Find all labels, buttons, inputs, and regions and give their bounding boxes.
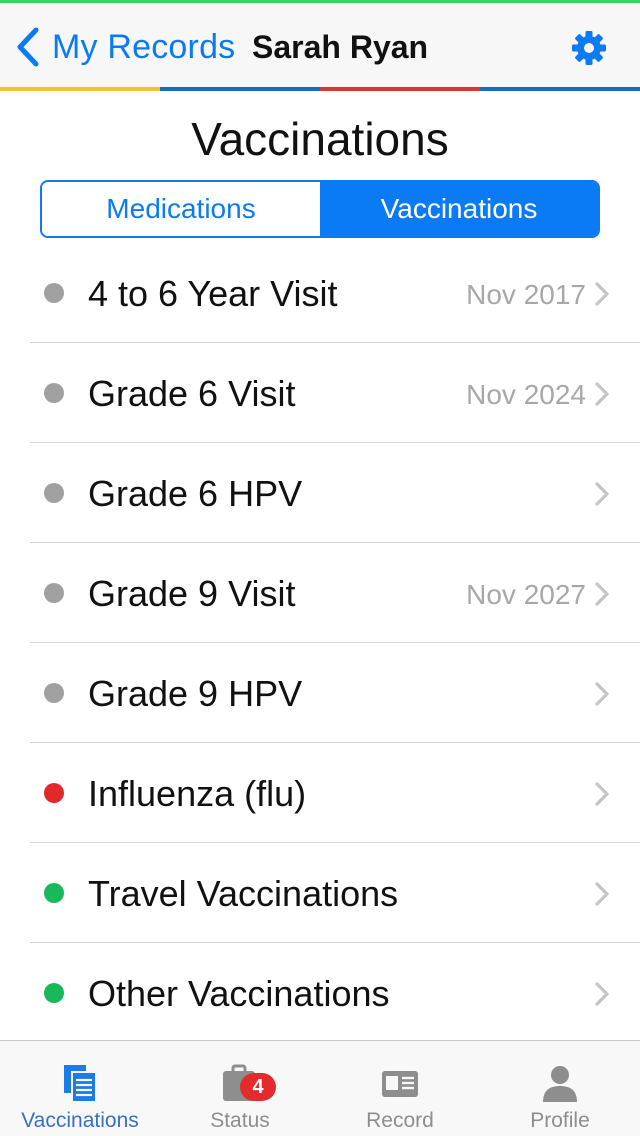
notification-badge: 4 <box>240 1073 276 1101</box>
list-item[interactable]: Travel Vaccinations <box>0 843 640 943</box>
chevron-right-icon <box>595 682 609 706</box>
header-color-stripe <box>320 87 480 91</box>
status-dot <box>44 583 64 603</box>
status-dot <box>44 283 64 303</box>
list-item[interactable]: Grade 9 Visit Nov 2027 <box>0 543 640 643</box>
list-item-label: Grade 9 Visit <box>88 573 296 614</box>
documents-icon <box>64 1065 97 1103</box>
list-item[interactable]: Other Vaccinations <box>0 943 640 1043</box>
list-item-label: Other Vaccinations <box>88 973 390 1014</box>
tab-status[interactable]: 4 Status <box>160 1041 320 1136</box>
status-dot <box>44 783 64 803</box>
chevron-left-icon <box>17 27 39 67</box>
list-item[interactable]: Influenza (flu) <box>0 743 640 843</box>
list-item-label: 4 to 6 Year Visit <box>88 273 338 314</box>
chevron-right-icon <box>595 382 609 406</box>
tab-vaccinations[interactable]: Vaccinations <box>0 1041 160 1136</box>
page-title: Vaccinations <box>191 113 449 165</box>
chevron-right-icon <box>595 282 609 306</box>
vaccination-list: 4 to 6 Year Visit Nov 2017 Grade 6 Visit… <box>0 243 640 1043</box>
header-color-stripe <box>160 87 320 91</box>
list-item[interactable]: 4 to 6 Year Visit Nov 2017 <box>0 243 640 343</box>
status-dot <box>44 483 64 503</box>
tab-bar: Vaccinations 4 Status Record Profile <box>0 1040 640 1136</box>
chevron-right-icon <box>595 982 609 1006</box>
list-item-label: Grade 6 HPV <box>88 473 303 514</box>
list-item[interactable]: Grade 9 HPV <box>0 643 640 743</box>
list-item-label: Influenza (flu) <box>88 773 307 814</box>
status-dot <box>44 383 64 403</box>
list-item-label: Travel Vaccinations <box>88 873 399 914</box>
list-item[interactable]: Grade 6 Visit Nov 2024 <box>0 343 640 443</box>
list-item[interactable]: Grade 6 HPV <box>0 443 640 543</box>
tab-record[interactable]: Record <box>320 1041 480 1136</box>
person-icon <box>543 1066 577 1102</box>
patient-name: Sarah Ryan <box>252 29 429 65</box>
chevron-right-icon <box>595 882 609 906</box>
tab-profile[interactable]: Profile <box>480 1041 640 1136</box>
list-item-label: Grade 6 Visit <box>88 373 296 414</box>
tab-label: Vaccinations <box>21 1109 139 1132</box>
gear-icon[interactable] <box>570 29 608 67</box>
segment-vaccinations[interactable]: Vaccinations <box>320 182 598 236</box>
segmented-control: Medications Vaccinations <box>40 180 600 238</box>
status-dot <box>44 683 64 703</box>
list-item-date: Nov 2027 <box>466 579 586 610</box>
status-dot <box>44 883 64 903</box>
status-dot <box>44 983 64 1003</box>
chevron-right-icon <box>595 782 609 806</box>
navigation-bar: My Records Sarah Ryan <box>0 3 640 87</box>
list-item-label: Grade 9 HPV <box>88 673 303 714</box>
tab-label: Profile <box>530 1109 590 1132</box>
chevron-right-icon <box>595 482 609 506</box>
chevron-right-icon <box>595 582 609 606</box>
id-card-icon <box>382 1071 418 1097</box>
list-item-date: Nov 2024 <box>466 379 586 410</box>
header-color-stripe <box>480 87 640 91</box>
list-item-date: Nov 2017 <box>466 279 586 310</box>
header-color-stripe <box>0 87 160 91</box>
segment-medications[interactable]: Medications <box>42 182 320 236</box>
back-button-label: My Records <box>52 27 236 66</box>
tab-label: Status <box>210 1109 270 1132</box>
tab-label: Record <box>366 1109 434 1132</box>
back-button[interactable]: My Records <box>14 25 235 69</box>
